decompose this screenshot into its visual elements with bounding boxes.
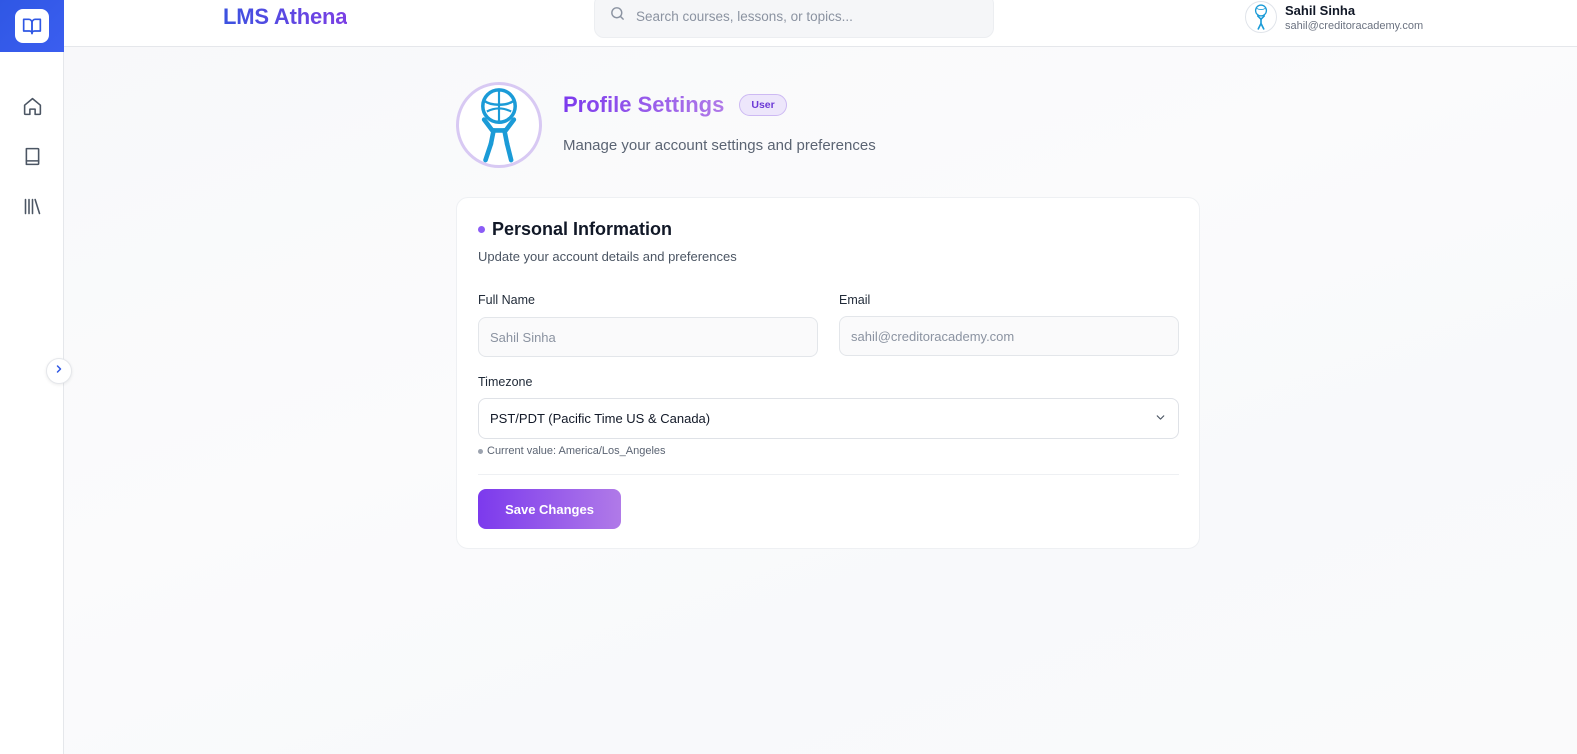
section-title: Personal Information	[478, 219, 672, 240]
section-subtitle: Update your account details and preferen…	[478, 249, 737, 264]
profile-avatar[interactable]	[456, 82, 542, 168]
user-name: Sahil Sinha	[1285, 2, 1356, 18]
page-subtitle: Manage your account settings and prefere…	[563, 137, 876, 154]
app-logo[interactable]	[0, 0, 64, 52]
page-title: Profile Settings	[563, 92, 725, 117]
search-input[interactable]: Search courses, lessons, or topics...	[594, 0, 994, 38]
user-email: sahil@creditoracademy.com	[1285, 19, 1424, 32]
chevron-right-icon	[53, 362, 65, 380]
email-label: Email	[839, 293, 871, 307]
book-icon	[22, 146, 43, 172]
personal-info-card: Personal Information Update your account…	[456, 197, 1200, 549]
search-icon	[609, 5, 626, 27]
sidebar-expand-button[interactable]	[46, 358, 72, 384]
email-field[interactable]: sahil@creditoracademy.com	[839, 316, 1179, 356]
sidebar-nav	[0, 84, 64, 234]
home-icon	[22, 96, 43, 122]
library-icon	[22, 196, 43, 222]
timezone-hint-text: Current value: America/Los_Angeles	[487, 445, 666, 457]
full-name-label: Full Name	[478, 293, 535, 307]
timezone-hint: Current value: America/Los_Angeles	[478, 445, 666, 457]
user-menu[interactable]: Sahil Sinha sahil@creditoracademy.com	[1245, 0, 1423, 33]
sidebar-item-library[interactable]	[0, 184, 64, 234]
chevron-down-icon	[1154, 411, 1167, 427]
save-changes-button[interactable]: Save Changes	[478, 489, 621, 529]
timezone-select[interactable]: PST/PDT (Pacific Time US & Canada)	[478, 398, 1179, 439]
open-book-icon	[15, 9, 49, 43]
search-placeholder: Search courses, lessons, or topics...	[636, 8, 853, 24]
hint-dot-icon	[478, 448, 483, 454]
profile-header: Profile Settings User Manage your accoun…	[456, 82, 1200, 172]
full-name-field[interactable]: Sahil Sinha	[478, 317, 818, 357]
top-bar: LMS Athena Search courses, lessons, or t…	[64, 0, 1577, 47]
section-title-text: Personal Information	[492, 219, 673, 239]
divider	[478, 474, 1179, 475]
timezone-value: PST/PDT (Pacific Time US & Canada)	[490, 411, 711, 426]
sidebar-item-home[interactable]	[0, 84, 64, 134]
role-badge: User	[739, 94, 787, 116]
sidebar-item-courses[interactable]	[0, 134, 64, 184]
avatar	[1245, 1, 1277, 33]
app-brand[interactable]: LMS Athena	[223, 4, 347, 30]
section-dot-icon	[478, 226, 485, 233]
timezone-label: Timezone	[478, 375, 533, 389]
